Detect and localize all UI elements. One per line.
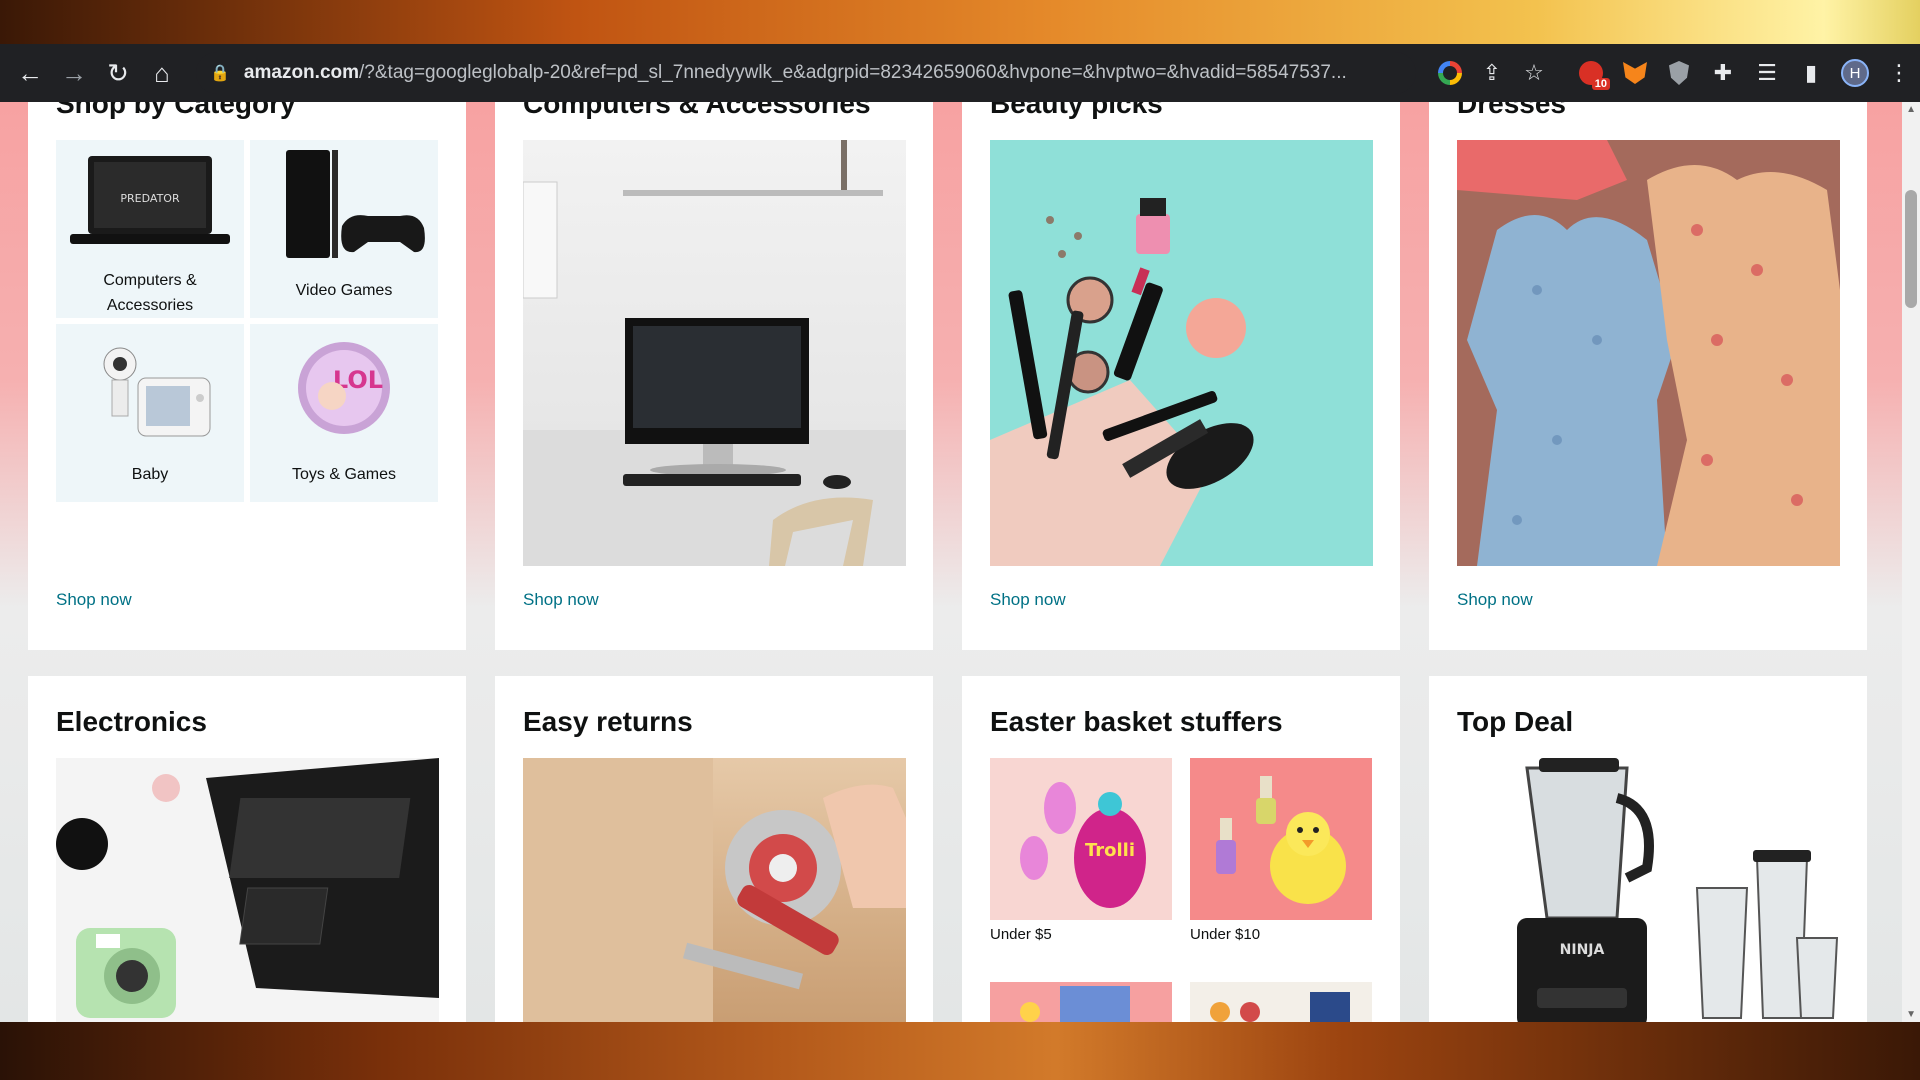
easter-tile-under-10[interactable] <box>1190 758 1372 920</box>
card-title: Top Deal <box>1457 706 1574 737</box>
page-scrollbar[interactable]: ▲ ▼ <box>1902 102 1920 1022</box>
toy-ball-icon: LOL <box>298 342 390 434</box>
bookmark-star-icon[interactable]: ☆ <box>1516 55 1552 91</box>
card-title: Computers & Accessories <box>523 102 871 119</box>
svg-text:Trolli: Trolli <box>1085 840 1135 861</box>
card-title: Electronics <box>56 706 207 737</box>
shield-extension-icon[interactable] <box>1660 54 1698 92</box>
electronics-image[interactable] <box>56 758 439 1022</box>
category-tile-video-games[interactable]: Video Games <box>250 140 438 318</box>
forward-icon[interactable]: → <box>54 53 94 93</box>
address-bar[interactable]: 🔒 amazon.com/?&tag=googleglobalp-20&ref=… <box>196 52 1416 94</box>
reading-list-icon[interactable]: ☰ <box>1748 54 1786 92</box>
category-tile-baby[interactable]: Baby <box>56 324 244 502</box>
scroll-down-arrow-icon[interactable]: ▼ <box>1906 1009 1916 1020</box>
category-tile-computers[interactable]: PREDATOR Computers & Accessories <box>56 140 244 318</box>
extensions-puzzle-icon[interactable]: ✚ <box>1704 54 1742 92</box>
svg-text:NINJA: NINJA <box>1560 942 1605 958</box>
tape-dispenser-image[interactable] <box>523 758 906 1022</box>
category-label: Baby <box>131 466 169 483</box>
url-path: /?&tag=googleglobalp-20&ref=pd_sl_7nnedy… <box>359 62 1347 83</box>
card-title: Dresses <box>1457 102 1566 119</box>
menu-kebab-icon[interactable]: ⋮ <box>1880 54 1918 92</box>
under-5-label[interactable]: Under $5 <box>990 926 1052 943</box>
card-title: Easter basket stuffers <box>990 706 1283 737</box>
url-domain: amazon.com <box>243 62 360 83</box>
google-lens-icon[interactable] <box>1432 55 1468 91</box>
shop-now-link[interactable]: Shop now <box>523 590 599 610</box>
card-top-deal: Top Deal NINJA <box>1429 676 1867 1022</box>
makeup-image[interactable] <box>990 140 1373 566</box>
lock-icon: 🔒 <box>210 65 230 82</box>
category-label: Toys & Games <box>291 466 397 483</box>
side-panel-icon[interactable]: ▮ <box>1792 54 1830 92</box>
card-title: Shop by Category <box>56 102 296 119</box>
laptop-icon: PREDATOR <box>70 156 230 244</box>
page-viewport: Shop by Category PREDATOR Computers & Ac… <box>0 102 1920 1022</box>
shop-now-link[interactable]: Shop now <box>56 590 132 610</box>
home-icon[interactable]: ⌂ <box>142 53 182 93</box>
baby-monitor-icon <box>103 347 211 437</box>
extension-red-icon[interactable]: 10 <box>1572 54 1610 92</box>
dresses-image[interactable] <box>1457 140 1840 566</box>
card-shop-by-category: Shop by Category PREDATOR Computers & Ac… <box>28 102 466 650</box>
extension-badge: 10 <box>1591 78 1610 90</box>
shop-now-link[interactable]: Shop now <box>990 590 1066 610</box>
browser-toolbar: ← → ↻ ⌂ 🔒 amazon.com/?&tag=googleglobalp… <box>0 44 1920 102</box>
card-easy-returns: Easy returns <box>495 676 933 1022</box>
card-title: Easy returns <box>523 706 693 737</box>
shop-now-link[interactable]: Shop now <box>1457 590 1533 610</box>
easter-tile-third[interactable] <box>990 982 1172 1022</box>
card-computers: Computers & Accessories Shop now <box>495 102 933 650</box>
profile-avatar[interactable]: H <box>1836 54 1874 92</box>
svg-text:PREDATOR: PREDATOR <box>120 192 180 205</box>
category-tile-toys[interactable]: LOL Toys & Games <box>250 324 438 502</box>
top-background <box>0 0 1920 44</box>
category-label: Video Games <box>295 282 393 299</box>
category-label: Computers & Accessories <box>103 272 197 314</box>
card-electronics: Electronics <box>28 676 466 1022</box>
metamask-fox-icon[interactable] <box>1616 54 1654 92</box>
bottom-background <box>0 1022 1920 1080</box>
card-easter: Easter basket stuffers Trolli Under $5 U… <box>962 676 1400 1022</box>
scroll-thumb[interactable] <box>1905 190 1917 308</box>
back-icon[interactable]: ← <box>10 53 50 93</box>
card-title: Beauty picks <box>990 102 1163 119</box>
under-10-label[interactable]: Under $10 <box>1190 926 1260 943</box>
share-icon[interactable]: ⇪ <box>1474 55 1510 91</box>
computer-desk-image[interactable] <box>523 140 906 566</box>
card-dresses: Dresses Shop now <box>1429 102 1867 650</box>
easter-tile-under-5[interactable]: Trolli <box>990 758 1172 920</box>
reload-icon[interactable]: ↻ <box>98 53 138 93</box>
scroll-up-arrow-icon[interactable]: ▲ <box>1906 104 1916 115</box>
blender-image[interactable]: NINJA <box>1457 758 1840 1022</box>
card-beauty: Beauty picks Shop now <box>962 102 1400 650</box>
easter-tile-fourth[interactable] <box>1190 982 1372 1022</box>
game-console-icon <box>286 150 425 258</box>
